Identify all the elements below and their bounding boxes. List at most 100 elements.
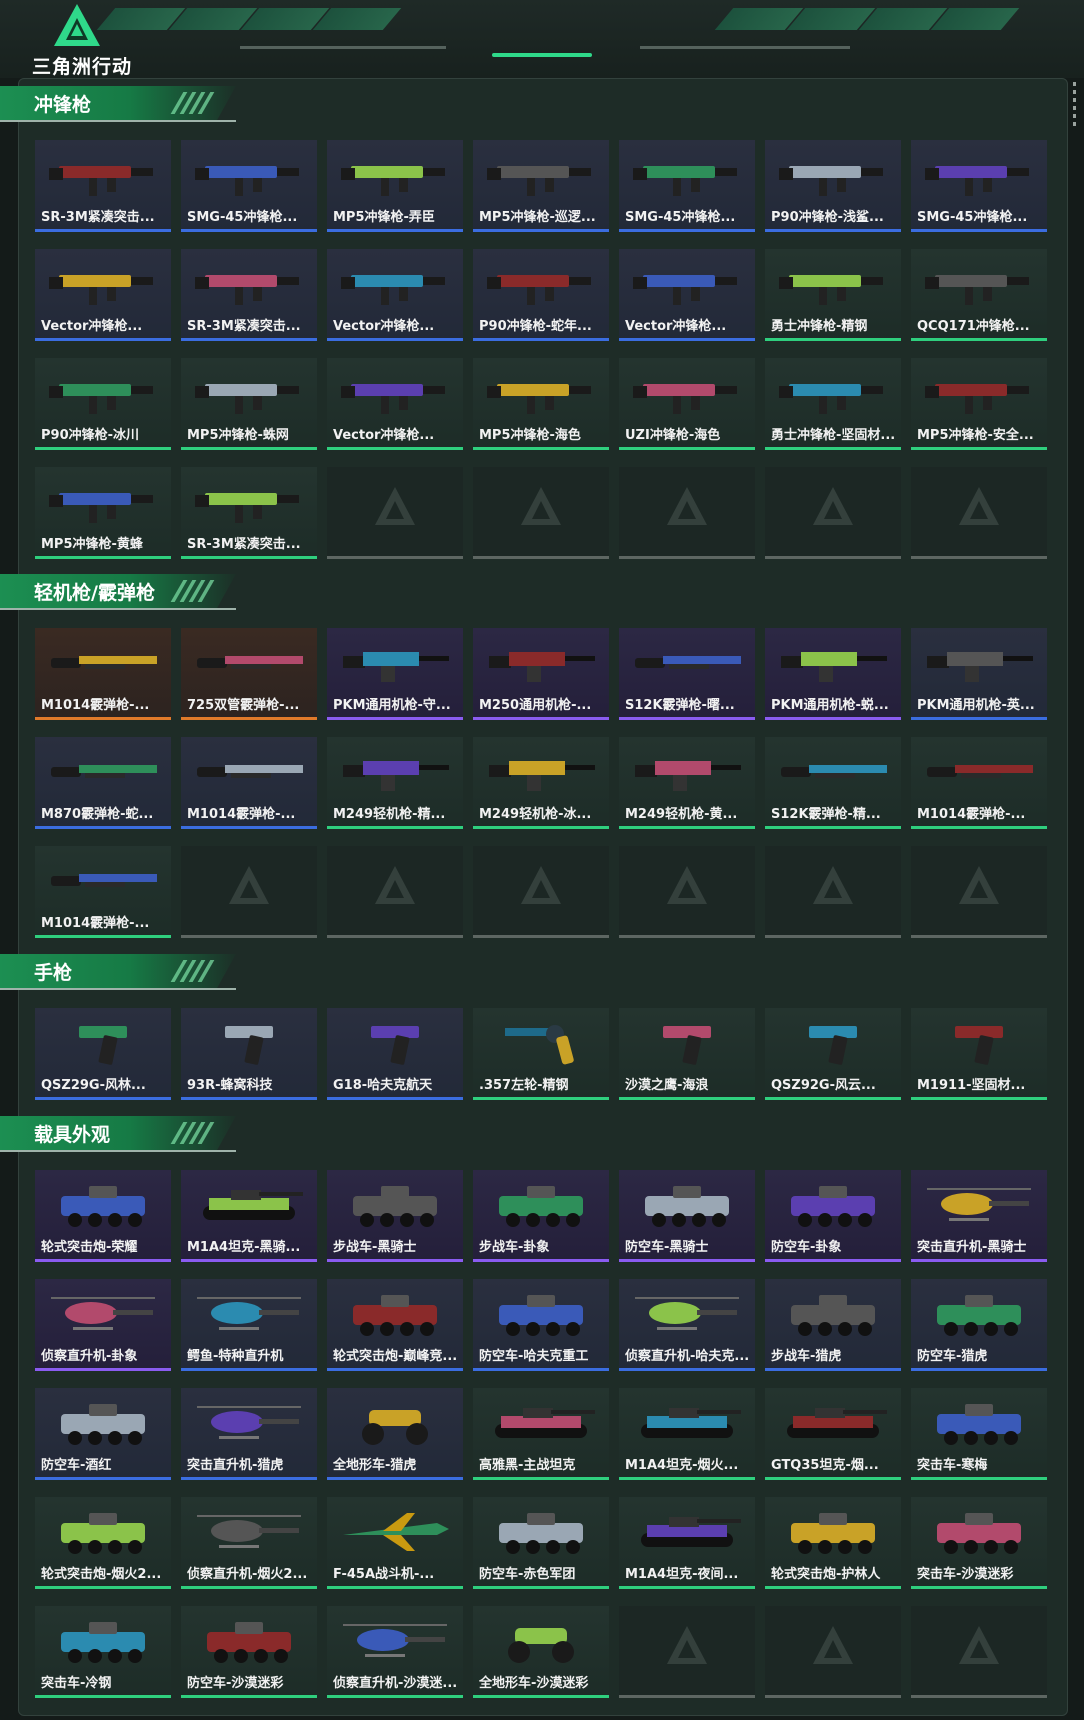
skin-card[interactable]: MP5冲锋枪-海色 <box>473 358 609 450</box>
skin-card[interactable]: 突击车-寒梅 <box>911 1388 1047 1480</box>
skin-card[interactable]: 全地形车-沙漠迷彩 <box>473 1606 609 1698</box>
skin-card[interactable]: 突击车-沙漠迷彩 <box>911 1497 1047 1589</box>
scrollbar[interactable] <box>1073 82 1076 130</box>
skin-card[interactable]: M870霰弹枪-蛇... <box>35 737 171 829</box>
skin-card[interactable]: SMG-45冲锋枪... <box>619 140 755 232</box>
rarity-bar <box>181 1586 317 1589</box>
skin-card[interactable]: M249轻机枪-冰... <box>473 737 609 829</box>
skin-name: M249轻机枪-黄... <box>625 807 738 822</box>
skin-name: GTQ35坦克-烟... <box>771 1458 879 1473</box>
skin-card[interactable]: 防空车-酒红 <box>35 1388 171 1480</box>
rarity-bar <box>35 229 171 232</box>
skin-card[interactable]: G18-哈夫克航天 <box>327 1008 463 1100</box>
skin-card[interactable]: 93R-蜂窝科技 <box>181 1008 317 1100</box>
rarity-bar <box>327 1368 463 1371</box>
placeholder-logo-icon <box>959 1626 999 1664</box>
skin-card[interactable]: M1A4坦克-黑骑... <box>181 1170 317 1262</box>
skin-card[interactable]: 防空车-黑骑士 <box>619 1170 755 1262</box>
rarity-bar <box>911 447 1047 450</box>
skin-name: 沙漠之鹰-海浪 <box>625 1078 709 1093</box>
skin-card[interactable]: M1A4坦克-烟火... <box>619 1388 755 1480</box>
skin-card[interactable]: 步战车-黑骑士 <box>327 1170 463 1262</box>
rarity-bar <box>181 447 317 450</box>
skin-card[interactable]: 防空车-沙漠迷彩 <box>181 1606 317 1698</box>
skin-card[interactable]: F-45A战斗机-... <box>327 1497 463 1589</box>
rarity-bar <box>35 935 171 938</box>
rarity-bar <box>473 717 609 720</box>
skin-card[interactable]: 勇士冲锋枪-坚固材... <box>765 358 901 450</box>
skin-card[interactable]: 侦察直升机-卦象 <box>35 1279 171 1371</box>
skin-card[interactable]: M1A4坦克-夜间... <box>619 1497 755 1589</box>
empty-slot <box>619 467 755 559</box>
skin-card[interactable]: QSZ29G-风林... <box>35 1008 171 1100</box>
skin-card[interactable]: 725双管霰弹枪-... <box>181 628 317 720</box>
skin-card[interactable]: 高雅黑-主战坦克 <box>473 1388 609 1480</box>
skin-card[interactable]: M1014霰弹枪-... <box>35 846 171 938</box>
skin-card[interactable]: M1014霰弹枪-... <box>35 628 171 720</box>
skin-card[interactable]: 突击直升机-猎虎 <box>181 1388 317 1480</box>
section-item-grid: SR-3M紧凑突击... SMG-45冲锋枪... MP5冲锋枪-弄臣 MP5冲锋枪-… <box>35 140 1047 559</box>
skin-card[interactable]: S12K霰弹枪-曙... <box>619 628 755 720</box>
skin-card[interactable]: S12K霰弹枪-精... <box>765 737 901 829</box>
skin-card[interactable]: Vector冲锋枪... <box>327 358 463 450</box>
skin-card[interactable]: SR-3M紧凑突击... <box>35 140 171 232</box>
skin-card[interactable]: M249轻机枪-黄... <box>619 737 755 829</box>
skin-card[interactable]: 沙漠之鹰-海浪 <box>619 1008 755 1100</box>
skin-card[interactable]: PKM通用机枪-蜕... <box>765 628 901 720</box>
skin-card[interactable]: 轮式突击炮-烟火2... <box>35 1497 171 1589</box>
skin-card[interactable]: SR-3M紧凑突击... <box>181 249 317 341</box>
skin-card[interactable]: MP5冲锋枪-蛛网 <box>181 358 317 450</box>
skin-card[interactable]: 勇士冲锋枪-精钢 <box>765 249 901 341</box>
skin-card[interactable]: MP5冲锋枪-弄臣 <box>327 140 463 232</box>
skin-card[interactable]: 鳄鱼-特种直升机 <box>181 1279 317 1371</box>
skin-card[interactable]: 步战车-卦象 <box>473 1170 609 1262</box>
skin-card[interactable]: P90冲锋枪-浅鲨... <box>765 140 901 232</box>
skin-card[interactable]: QSZ92G-风云... <box>765 1008 901 1100</box>
skin-card[interactable]: PKM通用机枪-守... <box>327 628 463 720</box>
skin-card[interactable]: 轮式突击炮-护林人 <box>765 1497 901 1589</box>
skin-card[interactable]: UZI冲锋枪-海色 <box>619 358 755 450</box>
skin-card[interactable]: 侦察直升机-烟火2... <box>181 1497 317 1589</box>
skin-name: M249轻机枪-冰... <box>479 807 592 822</box>
skin-card[interactable]: SMG-45冲锋枪... <box>911 140 1047 232</box>
empty-slot <box>765 467 901 559</box>
section-title: 载具外观 <box>34 1124 111 1146</box>
skin-card[interactable]: 侦察直升机-哈夫克... <box>619 1279 755 1371</box>
delta-logo-icon <box>54 4 100 46</box>
skin-card[interactable]: 突击直升机-黑骑士 <box>911 1170 1047 1262</box>
skin-card[interactable]: M250通用机枪-... <box>473 628 609 720</box>
skin-card[interactable]: Vector冲锋枪... <box>619 249 755 341</box>
skin-card[interactable]: M1014霰弹枪-... <box>911 737 1047 829</box>
skin-card[interactable]: Vector冲锋枪... <box>35 249 171 341</box>
section-header-underline <box>0 1150 236 1152</box>
skin-card[interactable]: 防空车-猎虎 <box>911 1279 1047 1371</box>
skin-card[interactable]: MP5冲锋枪-巡逻... <box>473 140 609 232</box>
skin-card[interactable]: 轮式突击炮-巅峰竞... <box>327 1279 463 1371</box>
skin-card[interactable]: QCQ171冲锋枪... <box>911 249 1047 341</box>
skin-card[interactable]: M1911-坚固材... <box>911 1008 1047 1100</box>
skin-card[interactable]: 步战车-猎虎 <box>765 1279 901 1371</box>
rarity-bar <box>473 826 609 829</box>
skin-card[interactable]: 防空车-赤色军团 <box>473 1497 609 1589</box>
rarity-bar <box>473 1259 609 1262</box>
skin-card[interactable]: SR-3M紧凑突击... <box>181 467 317 559</box>
skin-card[interactable]: MP5冲锋枪-黄蜂 <box>35 467 171 559</box>
skin-card[interactable]: 侦察直升机-沙漠迷... <box>327 1606 463 1698</box>
rarity-bar <box>35 826 171 829</box>
skin-card[interactable]: 突击车-冷钢 <box>35 1606 171 1698</box>
skin-card[interactable]: P90冲锋枪-冰川 <box>35 358 171 450</box>
skin-card[interactable]: M249轻机枪-精... <box>327 737 463 829</box>
section-header-underline <box>0 608 236 610</box>
skin-card[interactable]: 防空车-卦象 <box>765 1170 901 1262</box>
skin-card[interactable]: 全地形车-猎虎 <box>327 1388 463 1480</box>
skin-card[interactable]: M1014霰弹枪-... <box>181 737 317 829</box>
skin-card[interactable]: 轮式突击炮-荣耀 <box>35 1170 171 1262</box>
skin-card[interactable]: .357左轮-精钢 <box>473 1008 609 1100</box>
skin-card[interactable]: MP5冲锋枪-安全... <box>911 358 1047 450</box>
skin-card[interactable]: Vector冲锋枪... <box>327 249 463 341</box>
skin-card[interactable]: GTQ35坦克-烟... <box>765 1388 901 1480</box>
skin-card[interactable]: P90冲锋枪-蛇年... <box>473 249 609 341</box>
skin-card[interactable]: SMG-45冲锋枪... <box>181 140 317 232</box>
skin-card[interactable]: 防空车-哈夫克重工 <box>473 1279 609 1371</box>
skin-card[interactable]: PKM通用机枪-英... <box>911 628 1047 720</box>
